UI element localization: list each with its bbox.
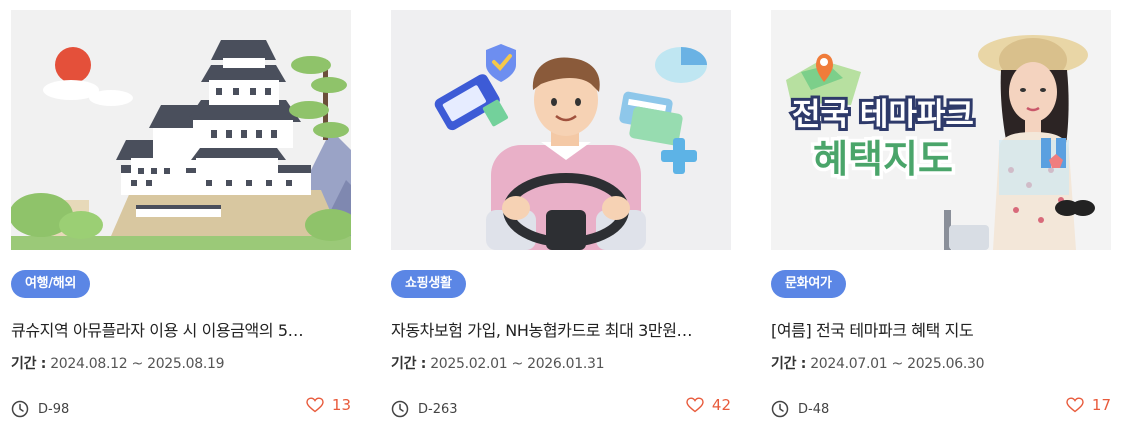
event-card-list: 여행/해외 큐슈지역 아뮤플라자 이용 시 이용금액의 5… 기간 : 2024… xyxy=(0,0,1124,424)
dday-info: D-98 xyxy=(11,399,69,419)
period-label: 기간 : xyxy=(391,356,427,372)
banner-title-line2: 혜택지도 xyxy=(813,137,953,181)
event-period: 기간 : 2024.07.01 ~ 2025.06.30 xyxy=(771,353,985,373)
period-value: 2025.02.01 ~ 2026.01.31 xyxy=(430,356,605,372)
like-button[interactable]: 17 xyxy=(1066,396,1111,414)
event-period: 기간 : 2024.08.12 ~ 2025.08.19 xyxy=(11,353,225,373)
banner-title-line1: 전국 테마파크 xyxy=(792,97,974,133)
event-card[interactable]: 여행/해외 큐슈지역 아뮤플라자 이용 시 이용금액의 5… 기간 : 2024… xyxy=(11,10,351,420)
event-card[interactable]: 쇼핑생활 자동차보험 가입, NH농협카드로 최대 3만원… 기간 : 2025… xyxy=(391,10,731,420)
like-button[interactable]: 13 xyxy=(306,396,351,414)
dday-value: D-48 xyxy=(798,401,830,417)
period-value: 2024.07.01 ~ 2025.06.30 xyxy=(810,356,985,372)
heart-icon xyxy=(686,397,704,413)
dday-info: D-48 xyxy=(771,399,829,419)
clock-icon xyxy=(11,400,29,418)
category-badge: 쇼핑생활 xyxy=(391,270,466,298)
dday-info: D-263 xyxy=(391,399,458,419)
category-badge: 문화여가 xyxy=(771,270,846,298)
event-period: 기간 : 2025.02.01 ~ 2026.01.31 xyxy=(391,353,605,373)
period-label: 기간 : xyxy=(771,356,807,372)
heart-icon xyxy=(306,397,324,413)
theme-park-map-banner[interactable]: 전국 테마파크 혜택지도 xyxy=(771,10,1111,250)
like-count: 42 xyxy=(711,396,731,414)
event-title[interactable]: 자동차보험 가입, NH농협카드로 최대 3만원… xyxy=(391,317,727,341)
clock-icon xyxy=(771,400,789,418)
clock-icon xyxy=(391,400,409,418)
event-title[interactable]: [여름] 전국 테마파크 혜택 지도 xyxy=(771,317,1107,341)
like-button[interactable]: 42 xyxy=(686,396,731,414)
like-count: 13 xyxy=(331,396,351,414)
period-label: 기간 : xyxy=(11,356,47,372)
like-count: 17 xyxy=(1091,396,1111,414)
period-value: 2024.08.12 ~ 2025.08.19 xyxy=(50,356,225,372)
dday-value: D-98 xyxy=(38,401,70,417)
heart-icon xyxy=(1066,397,1084,413)
japanese-castle-illustration[interactable] xyxy=(11,10,351,250)
event-title[interactable]: 큐슈지역 아뮤플라자 이용 시 이용금액의 5… xyxy=(11,317,347,341)
event-card[interactable]: 전국 테마파크 혜택지도 문화여가 [여름] 전국 테마파크 혜택 지도 기간 … xyxy=(771,10,1111,420)
dday-value: D-263 xyxy=(418,401,458,417)
category-badge: 여행/해외 xyxy=(11,270,91,298)
driver-with-cards-illustration[interactable] xyxy=(391,10,731,250)
